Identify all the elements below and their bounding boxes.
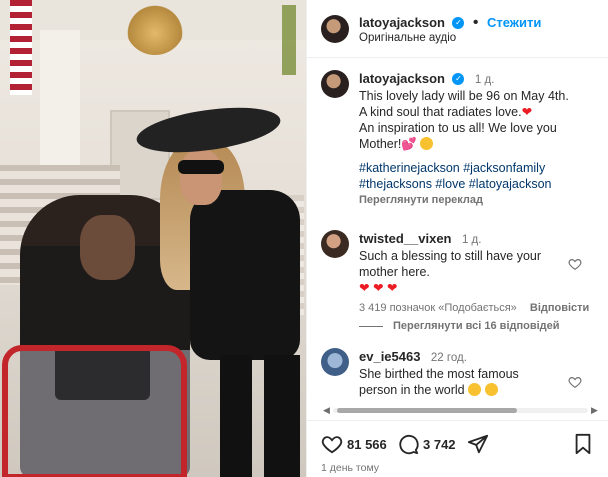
bookmark-icon[interactable] [573,433,593,455]
comment-time[interactable]: 1 д. [462,234,482,246]
face-emoji [468,383,482,396]
audio-label[interactable]: Оригінальне аудіо [359,32,456,44]
comment-1: twisted__vixen 1 д. Such a blessing to s… [359,230,589,314]
comments-count[interactable]: 3 742 [423,437,456,452]
scroll-left-arrow-icon[interactable]: ◀ [323,405,330,416]
comment-text-line-1: Such a blessing to still have your [359,249,542,263]
caption-block: latoyajackson ✓ 1 д. This lovely lady wi… [359,70,599,206]
likes-count[interactable]: 81 566 [347,437,387,452]
face-emoji [420,137,434,150]
verified-badge-icon: ✓ [452,16,465,29]
caption-line-3: An inspiration to us all! We love you [359,121,557,135]
author-username[interactable]: latoyajackson [359,15,445,30]
photo-seated-woman-face [80,215,135,280]
author-avatar[interactable] [321,15,349,43]
post-photo[interactable] [0,0,306,477]
heart-emoji: ❤ [521,105,533,119]
horizontal-scrollbar[interactable]: ◀ ▶ [321,403,601,417]
follow-button[interactable]: Стежити [487,15,541,30]
caption-line-4: Mother!💕 [359,136,599,152]
face-emoji [484,383,498,396]
verified-badge-icon: ✓ [452,72,465,85]
caption-avatar[interactable] [321,70,349,98]
comment-text-line-1: She birthed the most famous [359,367,519,381]
scroll-right-arrow-icon[interactable]: ▶ [591,405,598,416]
caption-line-1: This lovely lady will be 96 on May 4th. [359,89,569,103]
hearts-emoji: 💕 [401,137,417,151]
caption-hashtags-1[interactable]: #katherinejackson #jacksonfamily [359,160,599,176]
comment-username[interactable]: twisted__vixen [359,231,452,246]
scrollbar-thumb[interactable] [337,408,517,413]
comments-scroll-area[interactable]: latoyajackson ✓ 1 д. This lovely lady wi… [307,58,608,414]
photo-chandelier [125,0,185,55]
comment-icon[interactable] [397,433,419,455]
comment-like-heart-icon[interactable] [568,257,582,271]
post-header: latoyajackson ✓ • Стежити Оригінальне ау… [307,0,608,58]
comment-hearts: ❤ ❤ ❤ [359,281,398,295]
reply-button[interactable]: Відповісти [530,302,589,314]
see-translation-link[interactable]: Переглянути переклад [359,194,599,206]
view-replies-button[interactable]: Переглянути всі 16 відповідей [359,320,560,332]
caption-time[interactable]: 1 д. [475,74,495,86]
comment-like-heart-icon[interactable] [568,375,582,389]
share-icon[interactable] [467,433,489,455]
replies-line [359,325,383,327]
post-side-panel: latoyajackson ✓ • Стежити Оригінальне ау… [306,0,608,477]
comment-text-line-2: mother here. [359,265,430,279]
caption-hashtags-2[interactable]: #thejacksons #love #latoyajackson [359,176,599,192]
comment-text-line-2: person in the world [359,382,569,398]
comment-time[interactable]: 22 год. [431,352,467,364]
photo-boots [220,355,300,477]
comment-username[interactable]: ev_ie5463 [359,349,420,364]
separator-dot: • [472,14,479,31]
posted-ago[interactable]: 1 день тому [321,462,379,474]
caption-line-2: A kind soul that radiates love.❤ [359,105,533,119]
caption-username[interactable]: latoyajackson [359,71,445,86]
photo-us-flag [10,0,32,95]
photo-dress [190,190,300,360]
post-actions: 81 566 3 742 [307,420,608,460]
photo-face [180,150,222,205]
photo-sunglasses [178,160,224,174]
heart-icon[interactable] [321,433,343,455]
comment-likes-count[interactable]: 3 419 позначок «Подобається» [359,302,517,314]
comment-avatar[interactable] [321,348,349,376]
photo-green-flag [282,5,296,75]
photo-standing-woman [133,100,305,477]
comment-2: ev_ie5463 22 год. She birthed the most f… [359,348,569,398]
comment-avatar[interactable] [321,230,349,258]
